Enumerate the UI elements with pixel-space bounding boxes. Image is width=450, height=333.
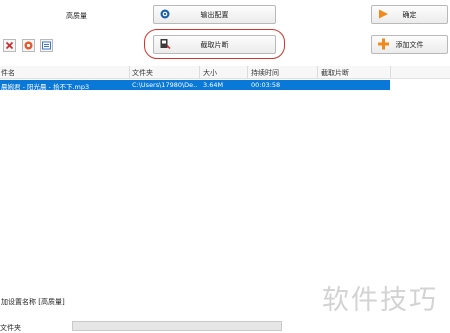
settings-button[interactable] [40,39,53,52]
col-divider [129,66,130,78]
col-divider [199,66,200,78]
play-button[interactable] [22,39,35,52]
delete-icon [5,41,14,50]
ok-button[interactable]: 确定 [371,5,448,24]
cell-folder: C:\Users\17980\De... [132,81,198,89]
play-icon [24,41,33,50]
col-divider [390,66,391,78]
col-size[interactable]: 大小 [203,68,217,78]
col-divider [247,66,248,78]
col-duration[interactable]: 持续时间 [251,68,279,78]
cell-name: 晨婉君 - 阳光晨 - 拾不下.mp3 [1,83,90,91]
output-config-icon [160,9,170,21]
settings-panel-icon [42,41,51,50]
col-folder[interactable]: 文件夹 [132,68,153,78]
highlight-circle [144,29,285,59]
add-file-button[interactable]: 添加文件 [371,35,448,54]
table-row[interactable]: 晨婉君 - 阳光晨 - 拾不下.mp3 C:\Users\17980\De...… [0,80,390,91]
plus-icon [378,38,389,51]
preset-name-label: 加设置名称 [高质量] [1,298,65,306]
quality-label: 高质量 [66,12,87,20]
arrow-right-icon [378,8,389,21]
col-clip[interactable]: 截取片断 [321,68,349,78]
cell-size: 3.64M [203,81,224,89]
col-name[interactable]: 件名 [1,68,15,78]
cell-duration: 00:03:58 [251,81,281,89]
col-divider [317,66,318,78]
output-folder-label: 文件夹 [0,324,21,332]
add-file-label: 添加文件 [395,40,424,49]
output-config-button[interactable]: 输出配置 [153,5,276,24]
delete-button[interactable] [3,39,16,52]
output-config-label: 输出配置 [200,10,229,19]
file-table-header: 件名 文件夹 大小 持续时间 截取片断 [0,66,450,79]
watermark-text: 软件技巧 [322,285,438,316]
ok-label: 确定 [402,10,417,19]
